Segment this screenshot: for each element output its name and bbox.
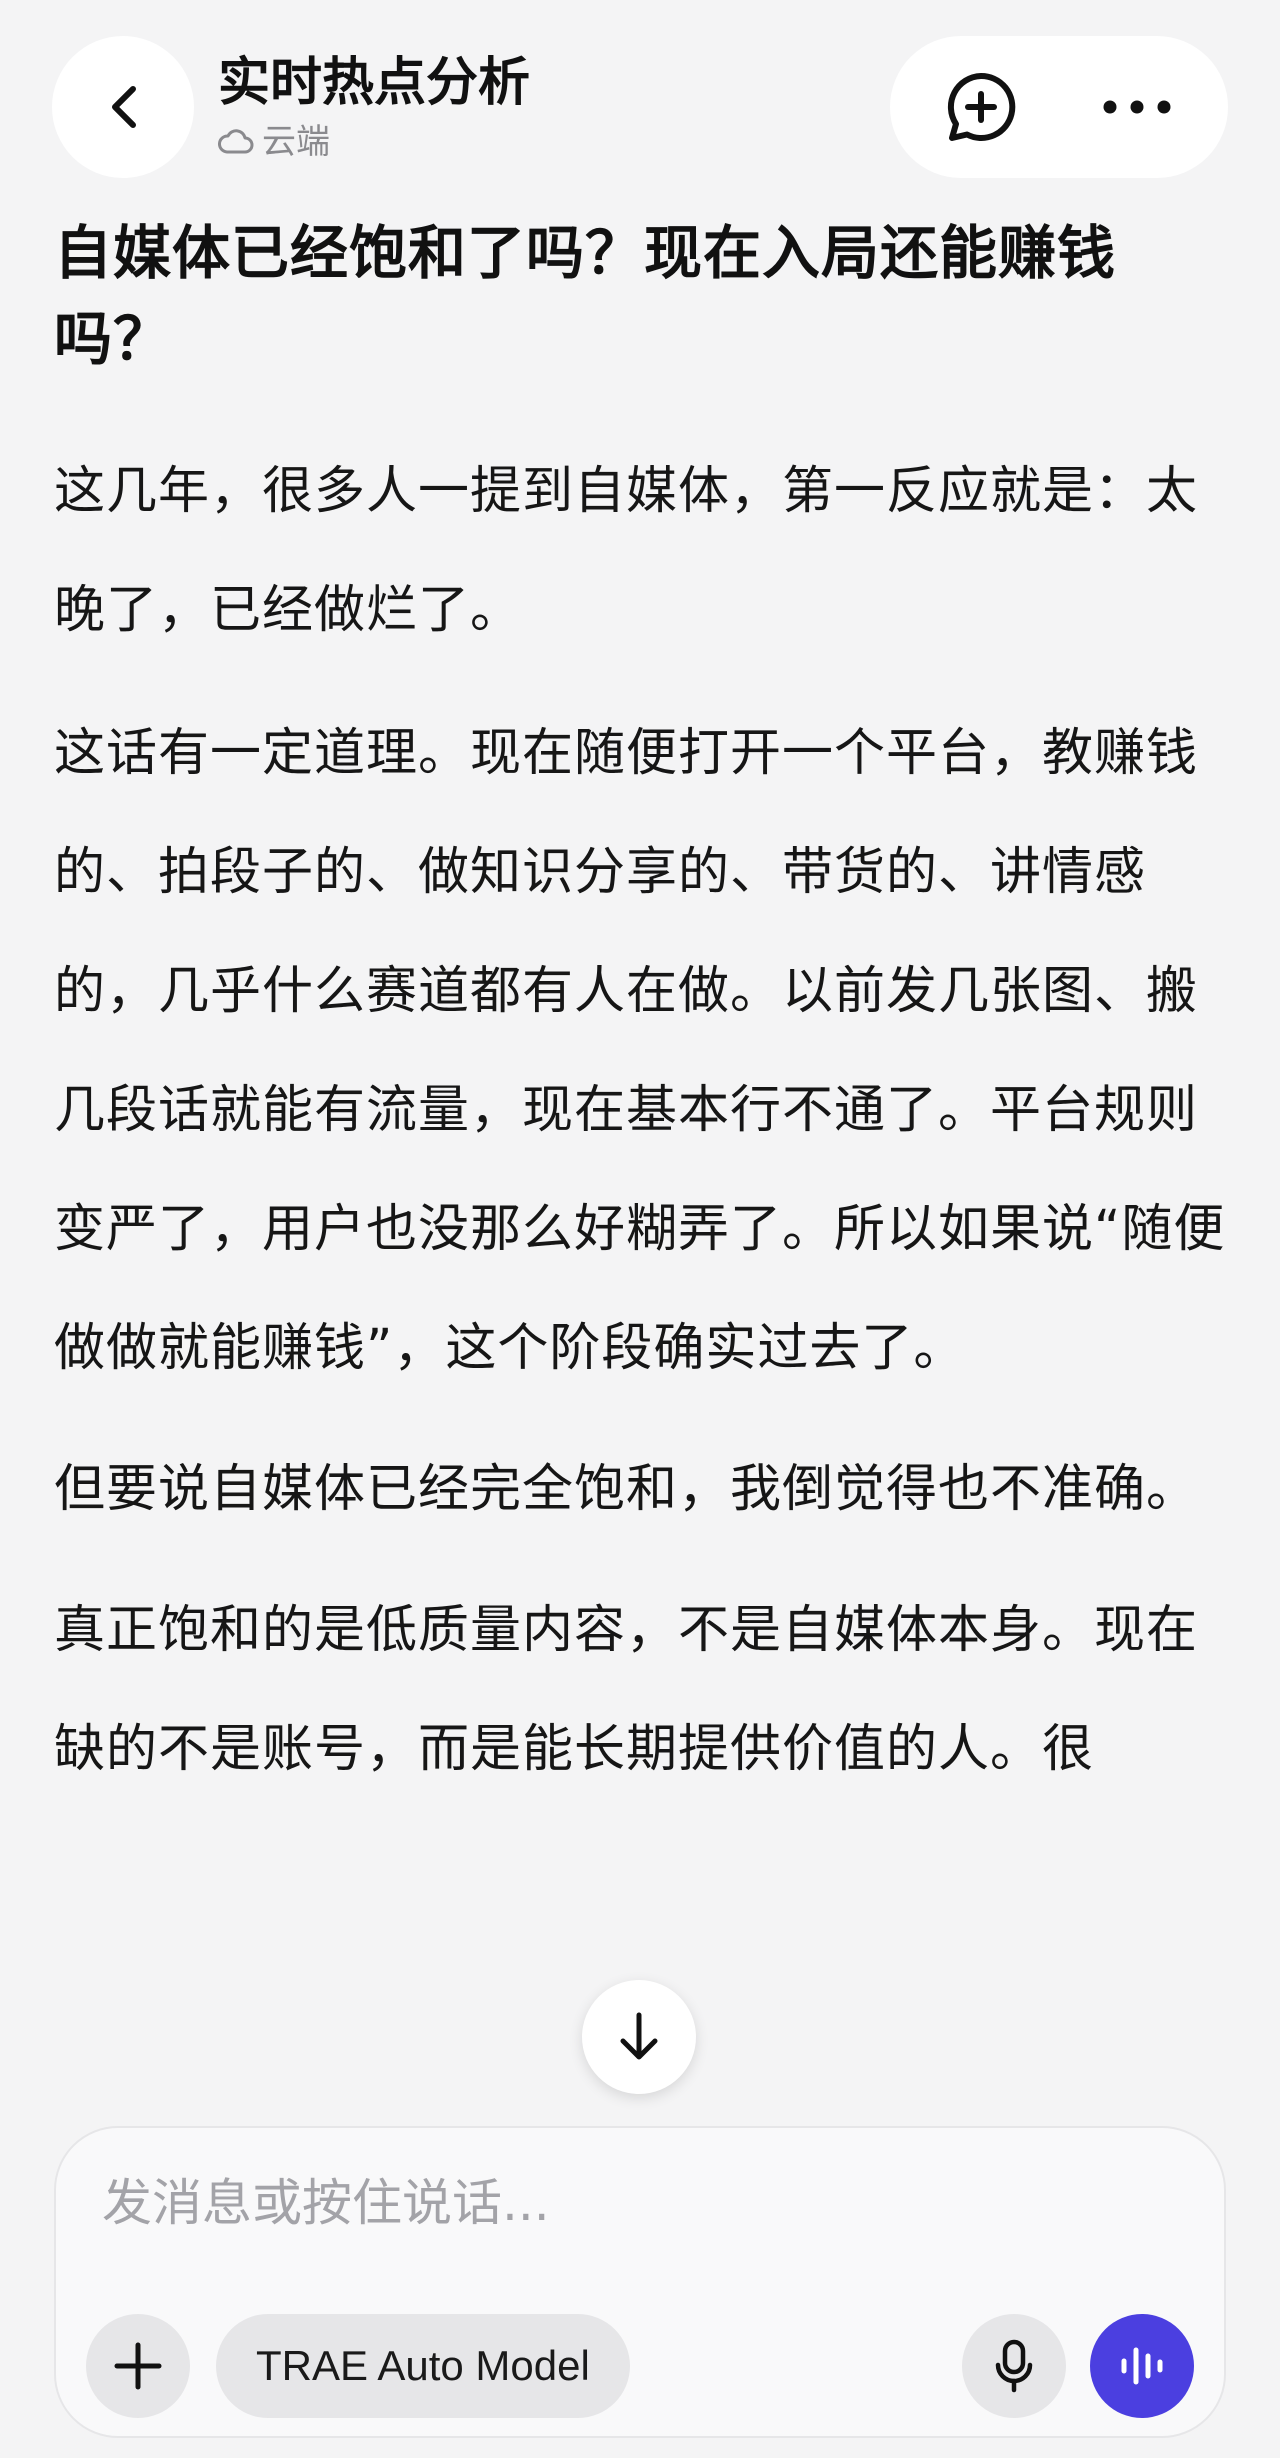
microphone-button[interactable] [962, 2314, 1066, 2418]
back-button[interactable] [52, 36, 194, 178]
more-button[interactable] [1066, 36, 1208, 178]
plus-icon [114, 2342, 162, 2390]
article-paragraph: 真正饱和的是低质量内容，不是自媒体本身。现在缺的不是账号，而是能长期提供价值的人… [54, 1601, 1199, 1779]
article-paragraph: 但要说自媒体已经完全饱和，我倒觉得也不准确。 [54, 1460, 1199, 1519]
chat-title-block: 实时热点分析 云端 [218, 48, 530, 164]
new-chat-button[interactable] [910, 36, 1052, 178]
response-article: 自媒体已经饱和了吗？现在入局还能赚钱吗？ 这几年，很多人一提到自媒体，第一反应就… [54, 210, 1226, 1809]
storage-status: 云端 [218, 120, 530, 164]
article-paragraph: 这话有一定道理。现在随便打开一个平台，教赚钱的、拍段子的、做知识分享的、带货的、… [54, 724, 1226, 1378]
header-bar: 实时热点分析 云端 [0, 0, 1280, 180]
add-attachment-button[interactable] [86, 2314, 190, 2418]
message-composer: TRAE Auto Model [54, 2126, 1226, 2438]
article-title: 自媒体已经饱和了吗？现在入局还能赚钱吗？ [54, 219, 1117, 373]
microphone-icon [995, 2339, 1033, 2393]
storage-label: 云端 [262, 122, 330, 162]
message-input[interactable] [100, 2162, 1104, 2244]
chat-title: 实时热点分析 [218, 53, 531, 113]
model-selector[interactable]: TRAE Auto Model [216, 2314, 630, 2418]
chat-plus-icon [947, 72, 1016, 141]
cloud-icon [218, 129, 254, 154]
scroll-to-bottom-button[interactable] [582, 1980, 696, 2094]
voice-wave-icon [1121, 2347, 1163, 2385]
more-horizontal-icon [1103, 100, 1171, 114]
voice-mode-button[interactable] [1090, 2314, 1194, 2418]
header-actions [890, 36, 1228, 178]
chevron-left-icon [112, 86, 136, 128]
article-paragraph: 这几年，很多人一提到自媒体，第一反应就是：太晚了，已经做烂了。 [54, 462, 1199, 640]
arrow-down-icon [620, 2012, 658, 2060]
